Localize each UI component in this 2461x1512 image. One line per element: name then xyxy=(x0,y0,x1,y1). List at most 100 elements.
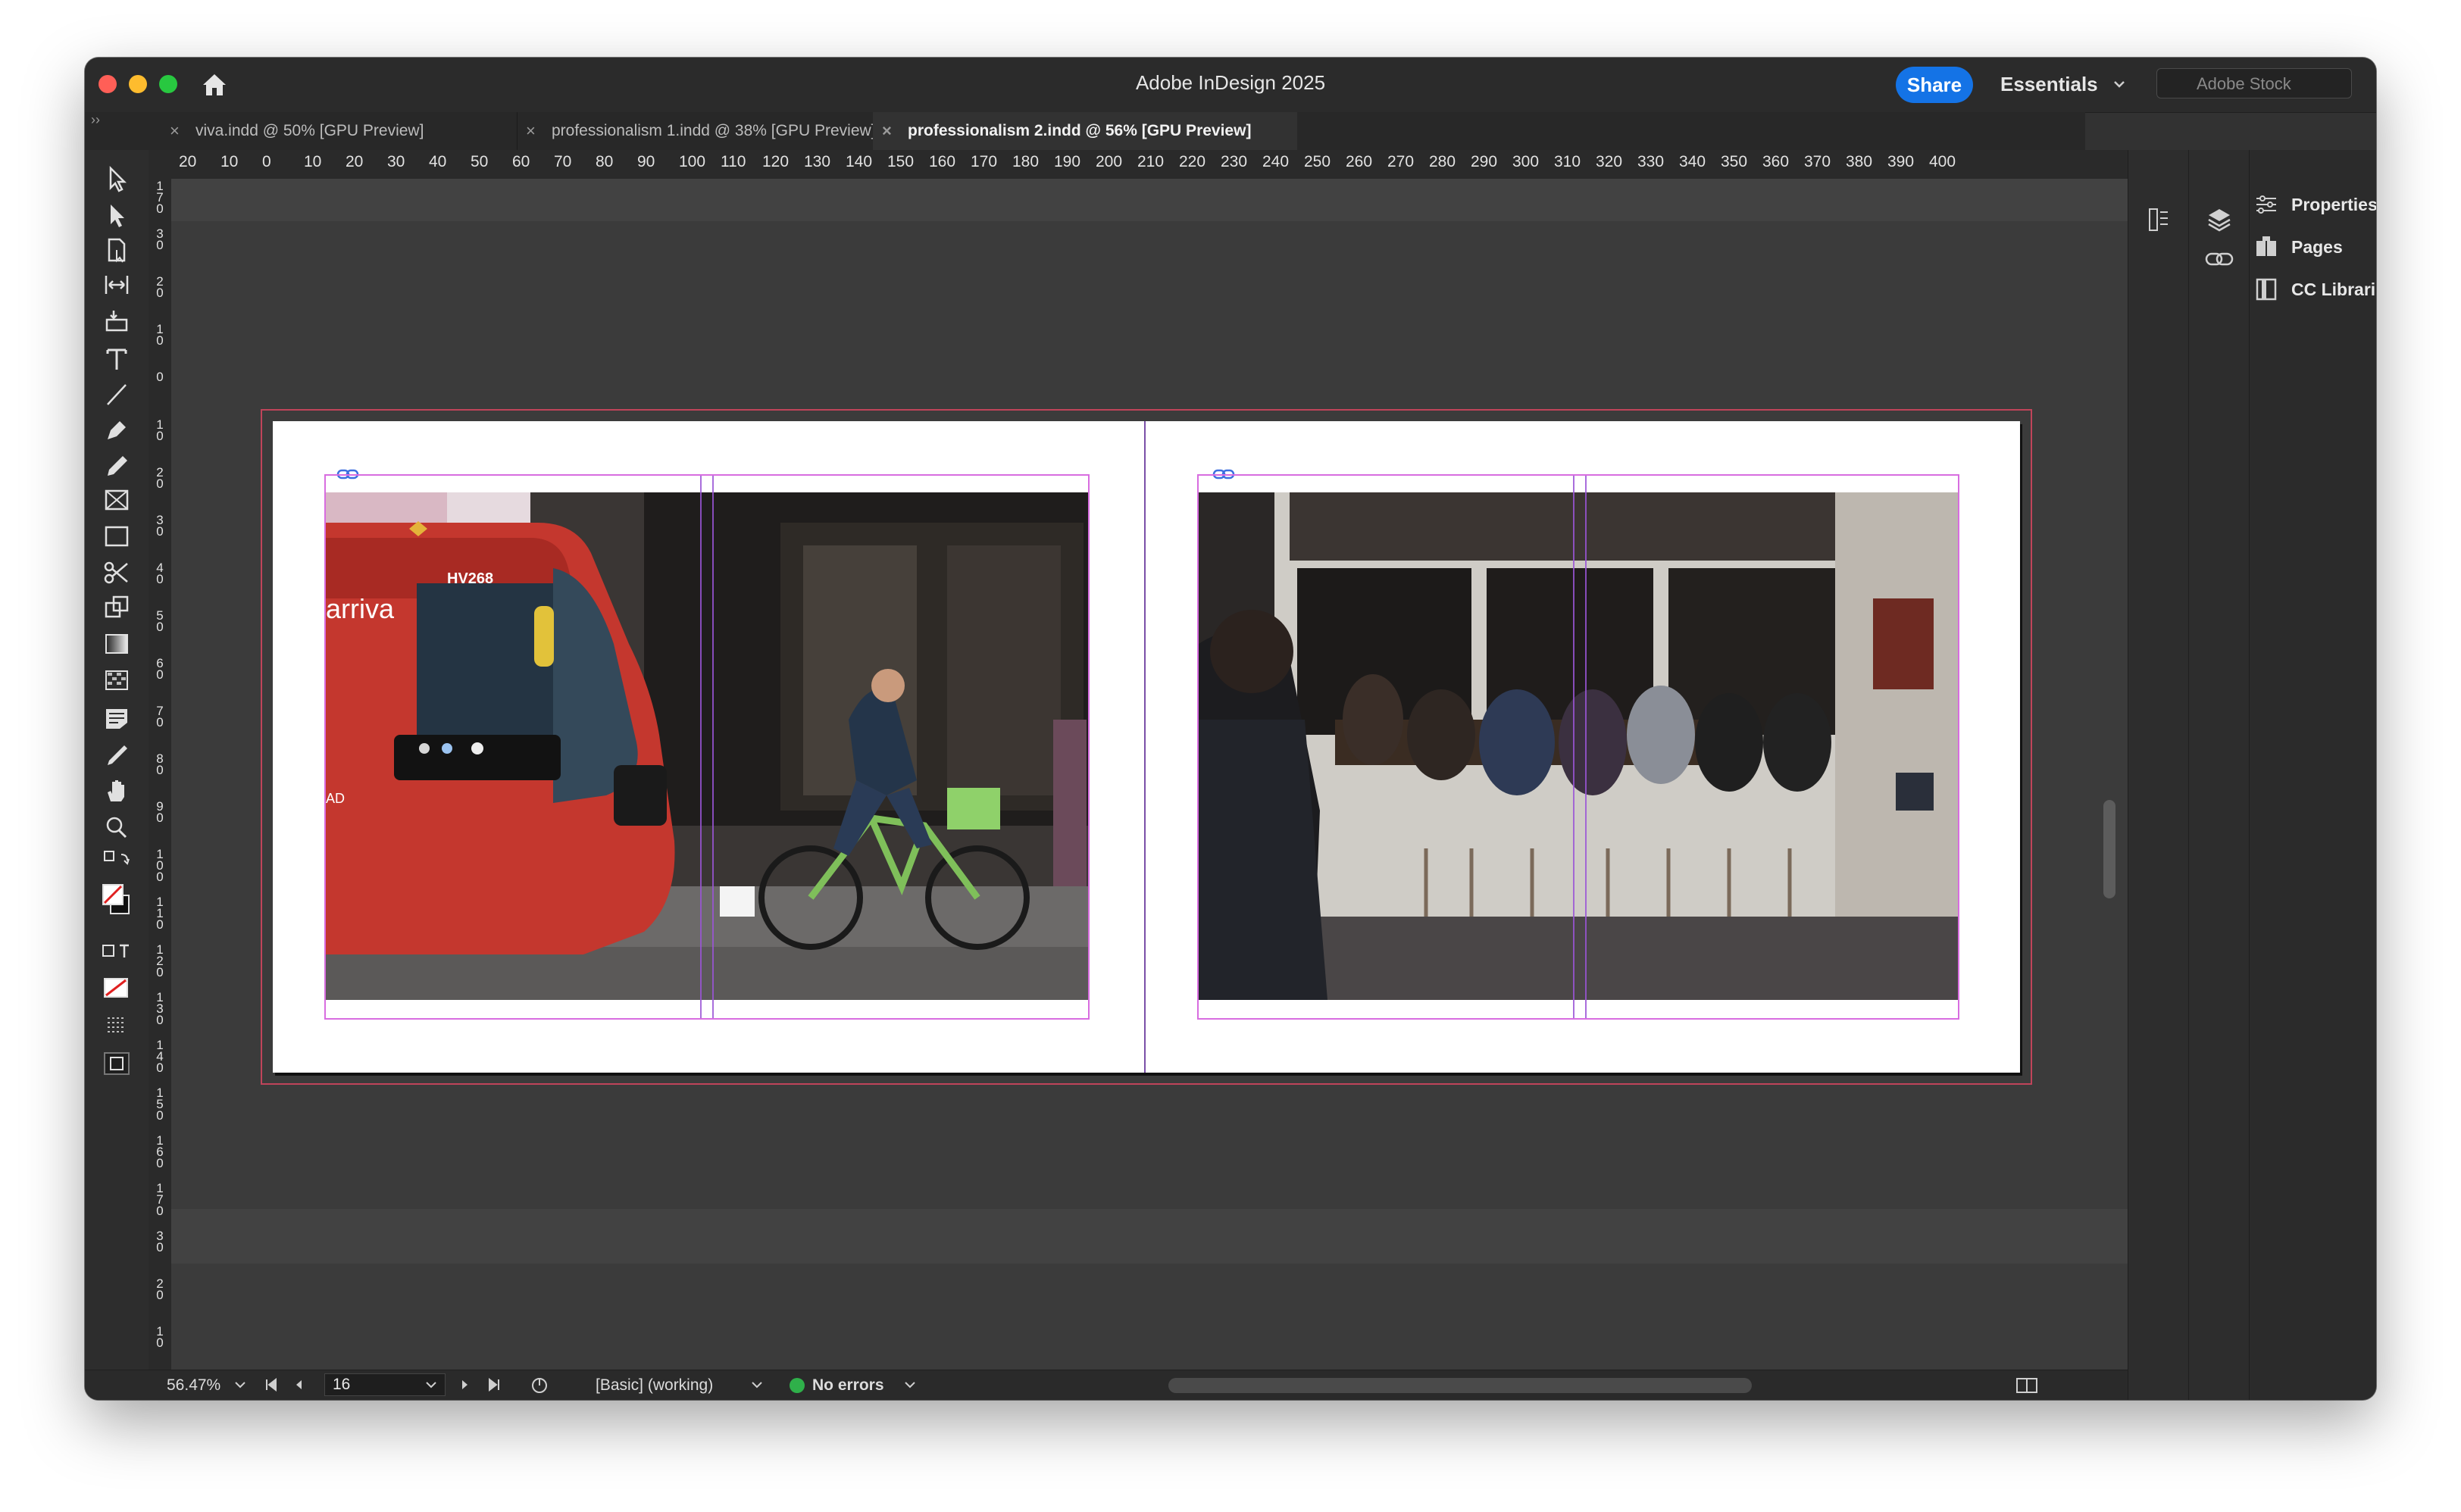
ruler-tick-label: 60 xyxy=(156,656,164,682)
horizontal-ruler-labels: 20 10 0 10 20 30 40 50 60 70 80 90 100 110 120 130 140 15… xyxy=(149,150,2128,179)
content-collector-tool-icon[interactable] xyxy=(100,306,133,336)
tab-viva[interactable]: × viva.indd @ 50% [GPU Preview] xyxy=(161,112,518,150)
tab-professionalism-2[interactable]: × professionalism 2.indd @ 56% [GPU Prev… xyxy=(873,112,1297,150)
gradient-swatch-tool-icon[interactable] xyxy=(100,629,133,659)
ruler-tick-label: 20 xyxy=(156,465,164,491)
ruler-tick-label: 170 xyxy=(156,179,164,216)
street-cafe-diners-photo xyxy=(1199,492,1958,1000)
column-guide xyxy=(1573,476,1574,1018)
ruler-tick-label: 370 xyxy=(1804,153,1831,170)
document-tab-bar: × viva.indd @ 50% [GPU Preview] × profes… xyxy=(85,112,2085,150)
gap-tool-icon[interactable] xyxy=(100,270,133,300)
close-icon[interactable]: × xyxy=(882,112,892,150)
image-frame-right[interactable] xyxy=(1197,474,1959,1020)
ruler-tick-label: 20 xyxy=(156,1276,164,1302)
page-spread[interactable]: HV268 arriva AD xyxy=(273,421,2020,1073)
next-page-icon[interactable] xyxy=(459,1378,471,1396)
preview-mode-icon[interactable] xyxy=(100,1048,133,1079)
workspace-switcher[interactable]: Essentials xyxy=(2000,73,2098,96)
eyedropper-tool-icon[interactable] xyxy=(100,739,133,770)
tab-label: professionalism 1.indd @ 38% [GPU Previe… xyxy=(552,122,876,139)
image-frame-left[interactable]: HV268 arriva AD xyxy=(324,474,1090,1020)
chevron-down-icon[interactable] xyxy=(2112,77,2126,91)
ruler-tick-label: 70 xyxy=(554,153,572,170)
ruler-tick-label: 20 xyxy=(156,274,164,300)
zoom-level[interactable]: 56.47% xyxy=(167,1376,220,1395)
chevron-down-icon[interactable] xyxy=(750,1378,764,1396)
pasteboard[interactable]: HV268 arriva AD xyxy=(171,179,2128,1383)
ruler-tick-label: 80 xyxy=(156,751,164,777)
ruler-tick-label: 330 xyxy=(1637,153,1665,170)
bus-route-text: HV268 xyxy=(447,570,493,587)
ruler-tick-label: 10 xyxy=(220,153,239,170)
horizontal-scrollbar[interactable] xyxy=(1168,1378,1752,1393)
chevron-down-icon[interactable] xyxy=(424,1378,438,1396)
preflight-profile-icon[interactable] xyxy=(530,1376,552,1399)
gradient-feather-tool-icon[interactable] xyxy=(100,665,133,695)
page-tool-icon[interactable] xyxy=(100,235,133,265)
ruler-tick-label: 130 xyxy=(804,153,831,170)
ruler-tick-label: 390 xyxy=(1887,153,1915,170)
ruler-tick-label: 110 xyxy=(156,895,164,932)
ruler-tick-label: 90 xyxy=(637,153,655,170)
line-tool-icon[interactable] xyxy=(100,379,133,409)
content-collapse-icon[interactable] xyxy=(2145,205,2172,235)
split-view-icon[interactable] xyxy=(2015,1376,2038,1399)
close-icon[interactable]: × xyxy=(526,112,536,150)
zoom-tool-icon[interactable] xyxy=(100,812,133,842)
rectangle-tool-icon[interactable] xyxy=(100,521,133,551)
links-icon[interactable] xyxy=(2204,248,2234,270)
panel-label: CC Libraries xyxy=(2291,280,2376,299)
pen-tool-icon[interactable] xyxy=(100,414,133,444)
ruler-tick-label: 340 xyxy=(1679,153,1706,170)
ruler-tick-label: 140 xyxy=(846,153,873,170)
pencil-tool-icon[interactable] xyxy=(100,450,133,480)
hand-tool-icon[interactable] xyxy=(100,776,133,806)
panel-pages[interactable]: Pages xyxy=(2253,230,2376,264)
vertical-ruler[interactable]: 170 30 20 10 0 10 20 30 40 50 60 70 80 90 100 110 120 130… xyxy=(149,179,172,1383)
chevron-down-icon[interactable] xyxy=(903,1378,917,1396)
screen-mode-icon[interactable] xyxy=(100,1011,133,1041)
selection-tool-icon[interactable] xyxy=(100,164,133,194)
preflight-profile[interactable]: [Basic] (working) xyxy=(596,1376,713,1395)
preflight-status-icon xyxy=(790,1378,805,1393)
ruler-tick-label: 310 xyxy=(1554,153,1581,170)
ruler-tick-label: 230 xyxy=(1221,153,1248,170)
indesign-window: Adobe InDesign 2025 Share Essentials Ado… xyxy=(85,58,2376,1400)
layers-icon[interactable] xyxy=(2206,206,2233,233)
rectangle-frame-tool-icon[interactable] xyxy=(100,485,133,515)
previous-page-icon[interactable] xyxy=(292,1378,305,1396)
formatting-container-text-icon[interactable] xyxy=(100,936,133,967)
adobe-stock-search-input[interactable]: Adobe Stock xyxy=(2156,68,2352,98)
apply-none-icon[interactable] xyxy=(100,973,133,1003)
panel-cc-libraries[interactable]: CC Libraries xyxy=(2253,273,2376,306)
ruler-tick-label: 250 xyxy=(1304,153,1331,170)
chevron-down-icon[interactable] xyxy=(233,1378,247,1396)
horizontal-ruler[interactable]: 20 10 0 10 20 30 40 50 60 70 80 90 100 110 120 130 140 15… xyxy=(149,150,2128,180)
last-page-icon[interactable] xyxy=(486,1377,502,1396)
scissors-tool-icon[interactable] xyxy=(100,558,133,588)
tab-professionalism-1[interactable]: × professionalism 1.indd @ 38% [GPU Prev… xyxy=(517,112,912,150)
tab-label: professionalism 2.indd @ 56% [GPU Previe… xyxy=(908,122,1252,139)
swap-fill-stroke-icon[interactable] xyxy=(100,847,133,877)
collapse-arrows-icon[interactable]: ›› xyxy=(91,112,100,128)
column-guide xyxy=(712,476,714,1018)
preflight-status[interactable]: No errors xyxy=(812,1376,884,1395)
column-guide xyxy=(700,476,702,1018)
share-button[interactable]: Share xyxy=(1896,67,1973,103)
panel-properties[interactable]: Properties xyxy=(2253,188,2376,221)
type-tool-icon[interactable] xyxy=(100,344,133,374)
cc-libraries-icon xyxy=(2253,277,2279,301)
fill-stroke-swatch[interactable] xyxy=(100,880,133,926)
ruler-tick-label: 30 xyxy=(156,1229,164,1254)
ruler-tick-label: 10 xyxy=(156,417,164,443)
ruler-tick-label: 40 xyxy=(156,561,164,586)
ruler-tick-label: 290 xyxy=(1471,153,1498,170)
note-tool-icon[interactable] xyxy=(100,703,133,733)
vertical-scrollbar[interactable] xyxy=(2103,800,2115,898)
ruler-tick-label: 80 xyxy=(596,153,614,170)
close-icon[interactable]: × xyxy=(170,112,180,150)
first-page-icon[interactable] xyxy=(264,1377,279,1396)
direct-selection-tool-icon[interactable] xyxy=(100,200,133,230)
free-transform-tool-icon[interactable] xyxy=(100,592,133,623)
